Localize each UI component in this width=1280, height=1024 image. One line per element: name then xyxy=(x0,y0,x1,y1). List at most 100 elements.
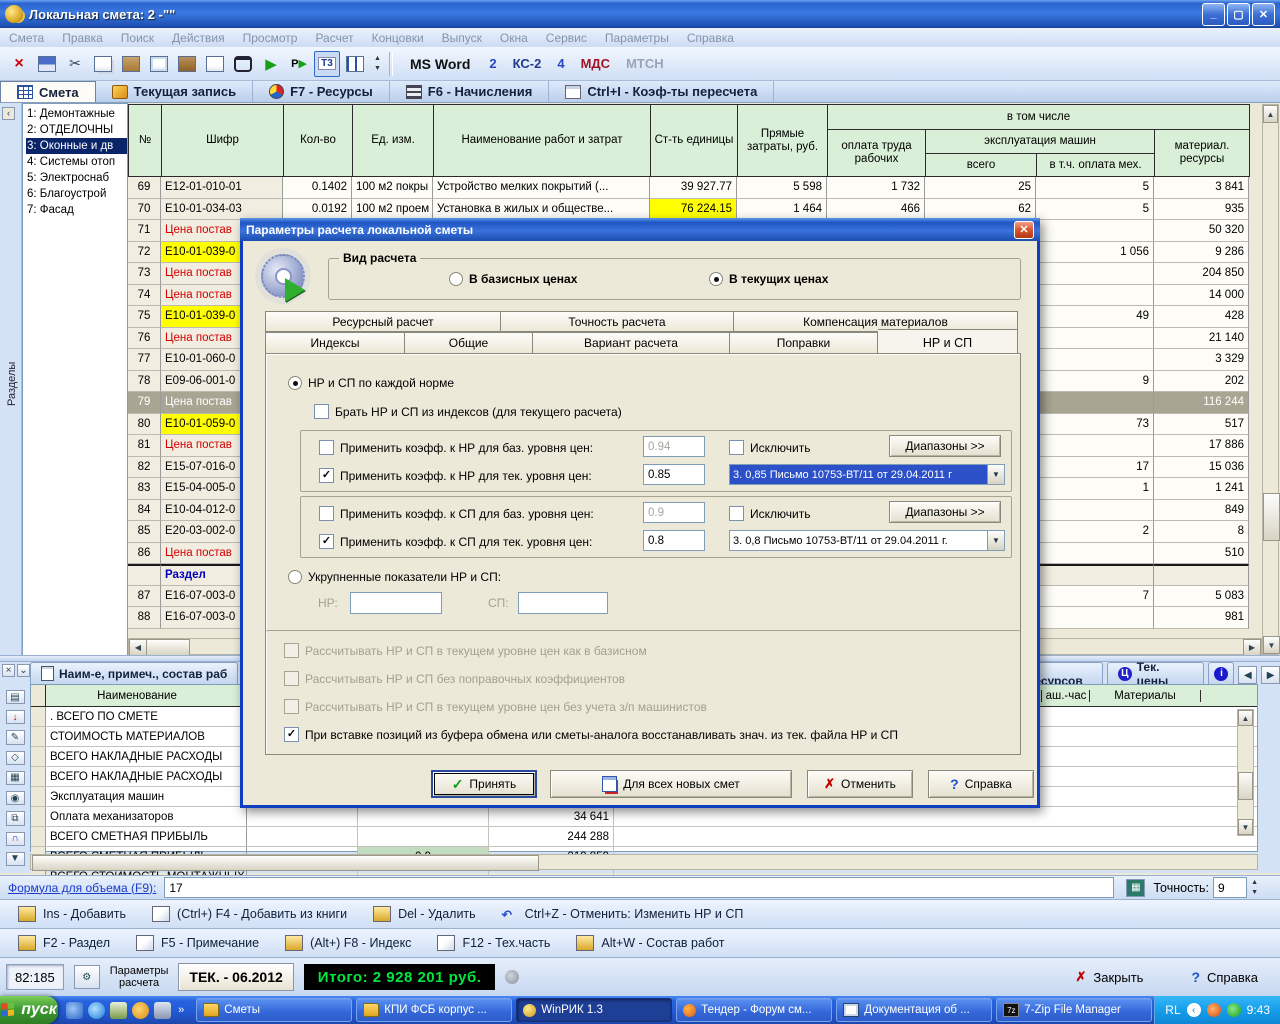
action-Del - Удалить[interactable]: Del - Удалить xyxy=(373,906,476,922)
cap-icon[interactable]: ∩ xyxy=(6,832,25,846)
count4-button[interactable]: 4 xyxy=(550,56,571,71)
nr-letter-dropdown[interactable]: 3. 0,85 Письмо 10753-ВТ/11 от 29.04.2011… xyxy=(729,464,1005,485)
calc-params-button[interactable]: Параметрырасчета xyxy=(110,965,169,989)
dialog-tab-НР и СП[interactable]: НР и СП xyxy=(878,329,1018,355)
action-Alt+W - Состав работ[interactable]: Alt+W - Состав работ xyxy=(576,935,724,951)
section-item-7[interactable]: 7: Фасад xyxy=(26,202,127,218)
section-item-4[interactable]: 4: Системы отоп xyxy=(26,154,127,170)
totals-scroll-down-icon[interactable]: ▼ xyxy=(1238,819,1253,835)
totals-vscroll[interactable]: ▲ ▼ xyxy=(1237,709,1254,836)
dialog-close-icon[interactable]: ✕ xyxy=(1014,221,1034,239)
tab-scroll-left-icon[interactable]: ◀ xyxy=(1238,666,1257,684)
radio-aggregate[interactable]: Укрупненные показатели НР и СП: xyxy=(288,570,501,584)
scroll-left-icon[interactable]: ◀ xyxy=(129,639,147,656)
sp-letter-dropdown[interactable]: 3. 0,8 Письмо 10753-ВТ/11 от 29.04.2011 … xyxy=(729,530,1005,551)
sp-ranges-button[interactable]: Диапазоны >> xyxy=(889,501,1001,523)
check-nr-base[interactable]: Применить коэфф. к НР для баз. уровня це… xyxy=(319,440,593,455)
check-sp-exclude-icon[interactable] xyxy=(729,506,744,521)
menu-item-10[interactable]: Параметры xyxy=(596,31,678,45)
accept-button[interactable]: ✓ Принять xyxy=(431,770,537,798)
nr-aggregate-input[interactable] xyxy=(350,592,442,614)
menu-item-11[interactable]: Справка xyxy=(678,31,743,45)
radio-current-prices[interactable]: В текущих ценах xyxy=(709,272,828,286)
radio-current-icon[interactable] xyxy=(709,272,723,286)
check-nr-current-icon[interactable] xyxy=(319,468,334,483)
check-restore-on-paste[interactable]: При вставке позиций из буфера обмена или… xyxy=(284,727,898,742)
check-sp-base[interactable]: Применить коэфф. к СП для баз. уровня це… xyxy=(319,506,594,521)
note-icon[interactable]: ✎ xyxy=(6,730,25,744)
all-new-estimates-button[interactable]: Для всех новых смет xyxy=(550,770,792,798)
menu-item-1[interactable]: Правка xyxy=(53,31,112,45)
browser-icon[interactable] xyxy=(88,1002,105,1019)
minimize-button[interactable]: _ xyxy=(1202,3,1225,26)
dialog-help-button[interactable]: ? Справка xyxy=(928,770,1034,798)
ks2-button[interactable]: КС-2 xyxy=(506,56,549,71)
check-nr-exclude[interactable]: Исключить xyxy=(729,440,810,455)
strip-more-icon[interactable]: ▼ xyxy=(6,852,25,866)
player-icon[interactable] xyxy=(132,1002,149,1019)
check-sp-base-icon[interactable] xyxy=(319,506,334,521)
resources-icon[interactable]: ◉ xyxy=(6,791,25,805)
precision-input[interactable]: 9 xyxy=(1213,877,1247,898)
menu-item-5[interactable]: Расчет xyxy=(306,31,362,45)
export-word-button[interactable]: MS Word xyxy=(400,56,480,72)
dialog-tab-Индексы[interactable]: Индексы xyxy=(265,332,405,354)
menu-item-2[interactable]: Поиск xyxy=(112,31,163,45)
task-КПИ ФСБ корпус ...[interactable]: КПИ ФСБ корпус ... xyxy=(356,998,512,1022)
view-tab-4[interactable]: Ctrl+I - Коэф-ты пересчета xyxy=(549,81,774,102)
tray-app2-icon[interactable] xyxy=(1227,1003,1241,1017)
totals-hscroll[interactable] xyxy=(30,854,1258,870)
vertical-scroll-thumb[interactable] xyxy=(1263,493,1280,541)
action-F2 - Раздел[interactable]: F2 - Раздел xyxy=(18,935,110,951)
language-indicator[interactable]: RL xyxy=(1165,1003,1180,1017)
action-(Ctrl+) F4 - Добавить из книги[interactable]: (Ctrl+) F4 - Добавить из книги xyxy=(152,906,347,922)
nr-dropdown-arrow-icon[interactable]: ▼ xyxy=(987,465,1004,484)
copy-icon[interactable] xyxy=(90,51,116,77)
precision-spinner[interactable]: ▲▼ xyxy=(1250,879,1259,897)
vertical-scrollbar[interactable]: ▲ ▼ xyxy=(1262,104,1279,655)
nr-current-input[interactable]: 0.85 xyxy=(643,464,705,485)
run-calc-icon[interactable]: ▶ xyxy=(258,51,284,77)
task-WinРИК 1.3[interactable]: WinРИК 1.3 xyxy=(516,998,672,1022)
action-Ctrl+Z - Отменить: Изменить НР и СП[interactable]: ↶Ctrl+Z - Отменить: Изменить НР и СП xyxy=(502,907,744,921)
radio-base-icon[interactable] xyxy=(449,272,463,286)
delete-icon[interactable]: × xyxy=(6,51,32,77)
action-F5 - Примечание[interactable]: F5 - Примечание xyxy=(136,935,259,951)
close-estimate-button[interactable]: ✗Закрыть xyxy=(1075,969,1143,985)
desktop-icon[interactable] xyxy=(110,1002,127,1019)
paste-icon[interactable] xyxy=(118,51,144,77)
t3-toggle[interactable]: Т3 xyxy=(314,51,340,77)
sections-list[interactable]: 1: Демонтажные2: ОТДЕЛОЧНЫ3: Оконные и д… xyxy=(22,103,128,660)
start-button[interactable]: пуск xyxy=(0,996,58,1024)
check-nr-current[interactable]: Применить коэфф. к НР для тек. уровня це… xyxy=(319,468,592,483)
save-icon[interactable] xyxy=(34,51,60,77)
mtsn-button[interactable]: МТСН xyxy=(619,56,671,71)
menu-item-7[interactable]: Выпуск xyxy=(433,31,491,45)
task-7-Zip File Manager[interactable]: 7z7-Zip File Manager xyxy=(996,998,1152,1022)
scroll-right-icon[interactable]: ▶ xyxy=(1243,639,1261,656)
check-nr-base-icon[interactable] xyxy=(319,440,334,455)
tray-collapse-icon[interactable]: ‹ xyxy=(1187,1003,1201,1017)
collapse-panel-icon[interactable]: ⌄ xyxy=(17,664,30,677)
quick-launch-more-icon[interactable]: » xyxy=(178,1004,184,1016)
section-item-5[interactable]: 5: Электроснаб xyxy=(26,170,127,186)
calculator-icon[interactable]: ▦ xyxy=(6,771,25,785)
notes-icon[interactable] xyxy=(154,1002,171,1019)
section-item-2[interactable]: 2: ОТДЕЛОЧНЫ xyxy=(26,122,127,138)
dialog-tab-Общие[interactable]: Общие xyxy=(405,332,533,354)
menu-item-9[interactable]: Сервис xyxy=(537,31,596,45)
nr-ranges-button[interactable]: Диапазоны >> xyxy=(889,435,1001,457)
run-p-icon[interactable]: P▶ xyxy=(286,51,312,77)
table-row-70[interactable]: 70E10-01-034-030.0192100 м2 проемУстанов… xyxy=(128,199,1249,221)
tray-app1-icon[interactable] xyxy=(1207,1003,1221,1017)
task-Сметы[interactable]: Сметы xyxy=(196,998,352,1022)
clipboard-view-icon[interactable] xyxy=(174,51,200,77)
paste-insert-icon[interactable] xyxy=(146,51,172,77)
close-panel-icon[interactable]: × xyxy=(2,664,15,677)
check-from-indices[interactable]: Брать НР и СП из индексов (для текущего … xyxy=(314,404,622,419)
close-button[interactable]: ✕ xyxy=(1252,3,1275,26)
gear-icon[interactable]: ⚙ xyxy=(74,965,100,989)
view-tab-0[interactable]: Смета xyxy=(0,81,96,102)
menu-item-4[interactable]: Просмотр xyxy=(234,31,307,45)
check-sp-current-icon[interactable] xyxy=(319,534,334,549)
